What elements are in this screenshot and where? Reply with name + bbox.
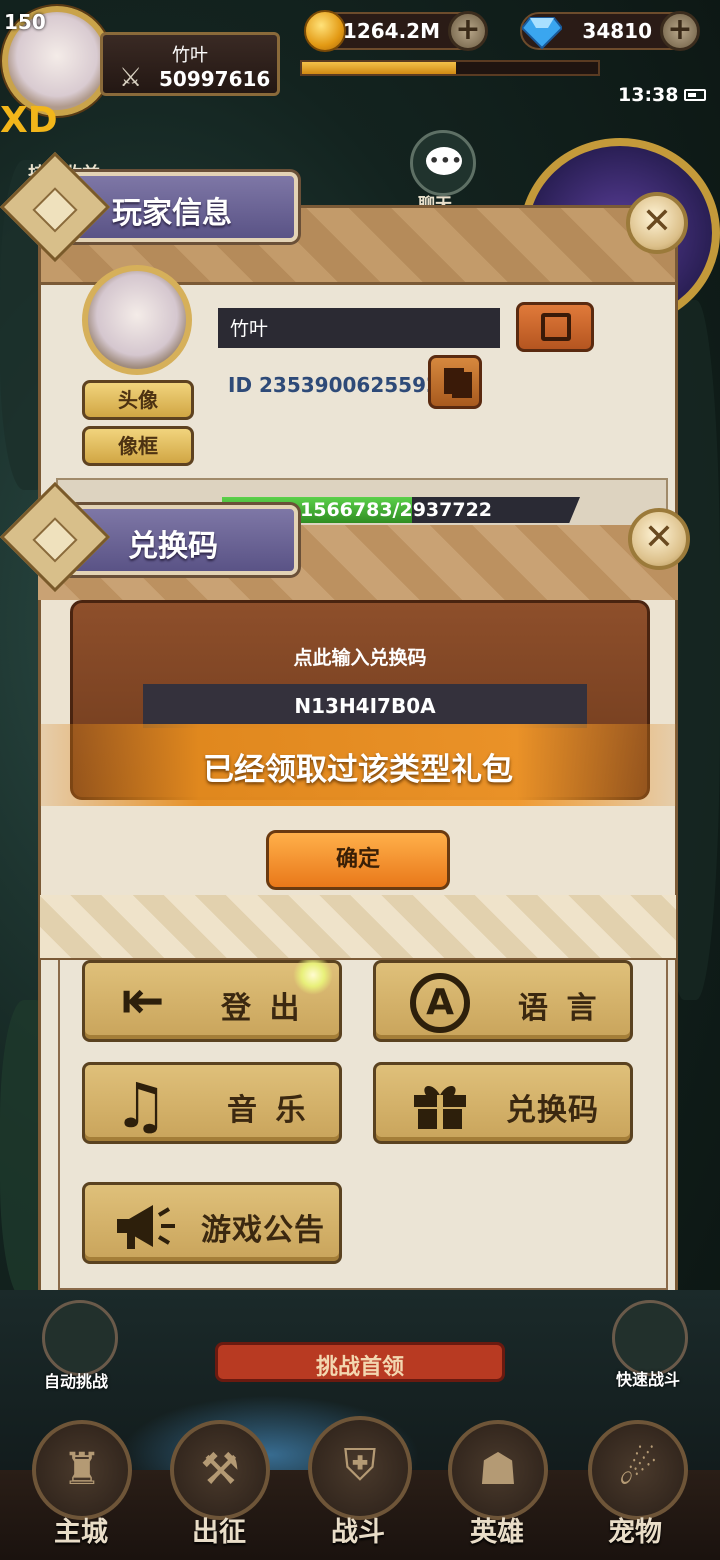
confirm-button[interactable]: 确定	[266, 830, 450, 890]
gold-amount: 1264.2M	[342, 19, 440, 43]
nav-battle-label: 战斗	[331, 1517, 385, 1548]
nav-heroes-label: 英雄	[470, 1517, 524, 1548]
dragon-pet-icon: ☄	[618, 1444, 658, 1495]
player-level: 150	[4, 10, 46, 34]
nav-main-city-label: 主城	[54, 1517, 108, 1548]
quick-battle-label: 快速战斗	[616, 1370, 681, 1389]
music-label: 音 乐	[227, 1093, 310, 1128]
profile-avatar	[82, 265, 192, 375]
copy-id-button[interactable]	[428, 355, 482, 409]
nav-heroes[interactable]: ☗	[448, 1420, 548, 1520]
crossed-swords-icon: ⚔	[119, 63, 143, 93]
announcement-button[interactable]: 游戏公告	[82, 1182, 342, 1264]
edge-logo: XD	[0, 100, 58, 141]
copy-icon	[444, 368, 464, 394]
avatar-button[interactable]: 头像	[82, 380, 194, 420]
gem-counter: 34810 +	[520, 11, 700, 51]
language-label: 语 言	[518, 991, 601, 1026]
redeem-prompt: 点此输入兑换码	[293, 647, 427, 669]
language-icon: A	[410, 973, 470, 1033]
redeem-title: 兑换码	[128, 529, 218, 564]
nav-main-city[interactable]: ♜	[32, 1420, 132, 1520]
language-button[interactable]: A 语 言	[373, 960, 633, 1042]
megaphone-icon	[117, 1205, 175, 1249]
nav-expedition-label: 出征	[192, 1517, 246, 1548]
hud-exp-fill	[302, 62, 456, 74]
redeem-code-button[interactable]: 兑换码	[373, 1062, 633, 1144]
challenge-boss-button[interactable]: 挑战首领	[215, 1342, 505, 1382]
gift-icon	[414, 1085, 466, 1129]
castle-icon: ♜	[62, 1444, 102, 1495]
toast-message: 已经领取过该类型礼包	[40, 724, 676, 806]
crossed-axes-icon: ⚒	[200, 1444, 240, 1495]
player-name-field: 竹叶	[218, 308, 500, 348]
combat-power: 50997616	[159, 67, 271, 91]
close-player-info-button[interactable]: ✕	[626, 192, 688, 254]
announcement-label: 游戏公告	[201, 1213, 325, 1248]
challenge-boss-label: 挑战首领	[315, 1355, 404, 1380]
close-redeem-button[interactable]: ✕	[628, 508, 690, 570]
player-info-title: 玩家信息	[112, 196, 232, 231]
player-nameplate: 竹叶 ⚔ 50997616	[100, 32, 280, 96]
music-button[interactable]: ♫ 音 乐	[82, 1062, 342, 1144]
auto-challenge-label: 自动挑战	[44, 1372, 109, 1391]
add-gold-button[interactable]: +	[448, 11, 488, 51]
gem-amount: 34810	[582, 19, 652, 43]
player-exp-text: 1566783/2937722	[300, 499, 493, 521]
nav-battle[interactable]: ⛨	[308, 1416, 412, 1520]
toast-text: 已经领取过该类型礼包	[203, 752, 513, 788]
redeem-code-input[interactable]: N13H4I7B0A	[143, 684, 587, 728]
edit-name-button[interactable]	[516, 302, 594, 352]
nav-pets[interactable]: ☄	[588, 1420, 688, 1520]
nav-pets-label: 宠物	[608, 1517, 662, 1548]
clock: 13:38	[618, 84, 679, 106]
quick-battle-button[interactable]	[612, 1300, 688, 1376]
battle-shield-icon: ⛨	[343, 1440, 377, 1491]
add-gems-button[interactable]: +	[660, 11, 700, 51]
music-note-icon: ♫	[113, 1069, 169, 1142]
diamond-icon	[522, 17, 562, 50]
player-id: ID 2353900625592	[228, 373, 440, 397]
hud-exp-bar	[300, 60, 600, 76]
frame-button[interactable]: 像框	[82, 426, 194, 466]
battery-icon	[684, 89, 706, 101]
nav-expedition[interactable]: ⚒	[170, 1420, 270, 1520]
chat-button[interactable]: •••	[410, 130, 476, 196]
redeem-dialog-footer	[40, 895, 676, 958]
logout-label: 登 出	[221, 991, 304, 1026]
redeem-code-label: 兑换码	[506, 1093, 599, 1128]
sparkle-effect	[293, 955, 333, 995]
edit-icon	[541, 313, 571, 341]
hooded-hero-icon: ☗	[478, 1444, 518, 1495]
logout-icon: ⇤	[121, 971, 165, 1031]
auto-challenge-button[interactable]	[42, 1300, 118, 1376]
gold-coin-icon	[304, 10, 346, 52]
gold-counter: 1264.2M +	[304, 10, 488, 52]
